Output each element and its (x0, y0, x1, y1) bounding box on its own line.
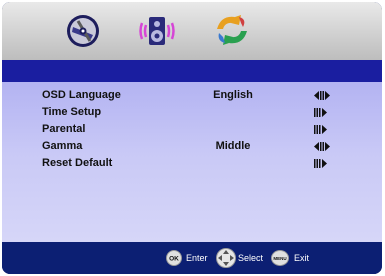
right-arrow-icon (314, 108, 327, 117)
menu-item-parental[interactable]: Parental (2, 121, 382, 138)
menu-item-value: English (213, 89, 253, 101)
menu-button-text: MENU (273, 256, 286, 261)
dpad-icon (216, 248, 236, 268)
menu-button-icon: MENU (271, 250, 289, 266)
left-right-arrow-icon (314, 91, 330, 100)
menu-item-label: OSD Language (42, 89, 121, 101)
enter-hint-label: Enter (186, 253, 208, 263)
menu-item-label: Gamma (42, 140, 83, 152)
tab-picture[interactable] (211, 11, 249, 51)
menu-item-label: Time Setup (42, 106, 102, 118)
tab-bar (2, 2, 382, 60)
tab-general[interactable] (64, 11, 102, 51)
menu-panel: OSD Language English Time Setup Parental (2, 82, 382, 242)
speaker-audio-icon (139, 17, 175, 45)
footer-hint-bar: OK Enter Select MENU Exit (2, 242, 382, 274)
header-strip (2, 60, 382, 82)
select-hint-label: Select (238, 253, 264, 263)
menu-item-gamma[interactable]: Gamma Middle (2, 138, 382, 155)
ok-button-text: OK (169, 256, 179, 263)
menu-item-label: Parental (42, 123, 86, 135)
right-arrow-icon (314, 159, 327, 168)
menu-item-label: Reset Default (42, 157, 113, 169)
menu-item-osd-language[interactable]: OSD Language English (2, 87, 382, 104)
left-right-arrow-icon (314, 142, 330, 151)
ok-button-icon: OK (166, 250, 182, 266)
right-arrow-icon (314, 125, 327, 134)
menu-item-reset-default[interactable]: Reset Default (2, 155, 382, 172)
disc-settings-icon (67, 15, 99, 47)
tab-audio[interactable] (138, 11, 176, 51)
menu-item-time-setup[interactable]: Time Setup (2, 104, 382, 121)
menu-item-value: Middle (215, 140, 251, 152)
osd-window: OSD Language English Time Setup Parental (2, 2, 382, 274)
exit-hint-label: Exit (294, 253, 310, 263)
color-wheel-icon (217, 15, 247, 45)
